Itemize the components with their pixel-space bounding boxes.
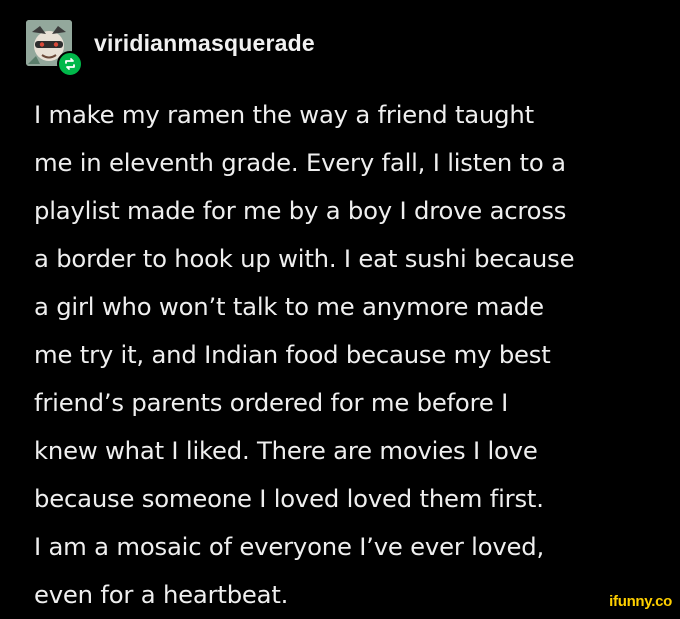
post-text-line: me in eleventh grade. Every fall, I list…: [34, 148, 566, 177]
post-text-line: because someone I loved loved them first…: [34, 484, 544, 513]
user-avatar[interactable]: [26, 20, 83, 77]
tumblr-post: viridianmasquerade I make my ramen the w…: [0, 0, 680, 613]
post-body: I make my ramen the way a friend taught …: [34, 91, 674, 619]
post-header: viridianmasquerade: [26, 20, 315, 77]
reblog-icon: [57, 51, 83, 77]
post-text-line: friend’s parents ordered for me before I: [34, 388, 509, 417]
post-text-line: a border to hook up with. I eat sushi be…: [34, 244, 575, 273]
post-text-line: I make my ramen the way a friend taught: [34, 100, 534, 129]
ifunny-watermark: ifunny.co: [609, 593, 672, 610]
post-text-line: I am a mosaic of everyone I’ve ever love…: [34, 532, 545, 561]
username[interactable]: viridianmasquerade: [94, 30, 315, 57]
post-text-line: a girl who won’t talk to me anymore made: [34, 292, 544, 321]
post-text-line: even for a heartbeat.: [34, 580, 289, 609]
post-text-line: playlist made for me by a boy I drove ac…: [34, 196, 567, 225]
post-text-line: me try it, and Indian food because my be…: [34, 340, 551, 369]
post-text-line: knew what I liked. There are movies I lo…: [34, 436, 538, 465]
